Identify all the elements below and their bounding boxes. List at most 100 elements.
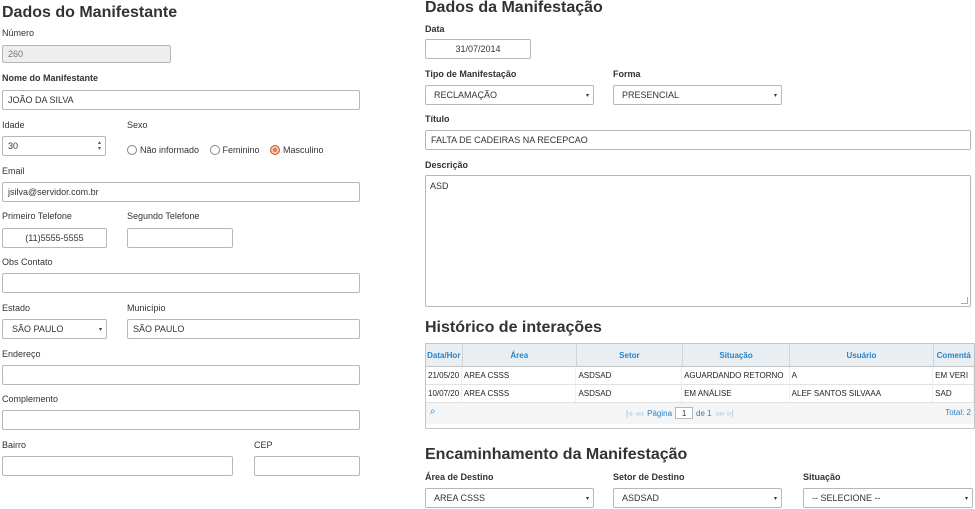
titulo-value: FALTA DE CADEIRAS NA RECEPCAO: [431, 135, 588, 145]
cep-field[interactable]: [254, 456, 360, 476]
search-icon[interactable]: ⌕: [430, 406, 436, 417]
forma-value: PRESENCIAL: [622, 90, 680, 100]
bairro-label: Bairro: [2, 440, 27, 450]
municipio-field[interactable]: SÃO PAULO: [127, 319, 360, 339]
grid-cell: AREA CSSS: [462, 367, 577, 384]
situacao-select[interactable]: -- SELECIONE -- ▾: [803, 488, 973, 508]
pager-prev-button[interactable]: ◃◃: [635, 409, 643, 418]
grid-pager: |◃ ◃◃ Página 1 de 1 ▹▹ ▹|: [626, 407, 734, 419]
tipo-select[interactable]: RECLAMAÇÃO ▾: [425, 85, 594, 105]
encaminhamento-title: Encaminhamento da Manifestação: [425, 446, 688, 463]
manifestacao-title: Dados da Manifestação: [425, 0, 603, 16]
pager-next-button[interactable]: ▹▹: [717, 409, 725, 418]
sexo-radio-nao-informado[interactable]: [127, 144, 137, 155]
email-value: jsilva@servidor.com.br: [8, 187, 99, 197]
tel1-field[interactable]: (11)5555-5555: [2, 228, 107, 248]
complemento-field[interactable]: [2, 410, 360, 430]
pager-last-button[interactable]: ▹|: [728, 409, 734, 418]
sexo-radio-feminino[interactable]: [209, 144, 220, 155]
descricao-textarea[interactable]: ASD: [425, 175, 971, 307]
email-field[interactable]: jsilva@servidor.com.br: [2, 182, 360, 202]
sexo-option-label: Não informado: [140, 144, 200, 155]
grid-col-setor[interactable]: Setor: [577, 344, 683, 366]
numero-field: 260: [2, 45, 171, 63]
grid-cell: ALEF SANTOS SILVAAA: [790, 385, 934, 402]
spin-down-icon[interactable]: ▾: [98, 146, 101, 152]
area-destino-label: Área de Destino: [425, 472, 494, 482]
estado-label: Estado: [2, 303, 31, 313]
tel2-field[interactable]: [127, 228, 233, 248]
tel1-label: Primeiro Telefone: [2, 211, 72, 221]
descricao-label: Descrição: [425, 160, 469, 170]
bairro-field[interactable]: [2, 456, 233, 476]
sexo-option-label: Feminino: [222, 144, 260, 155]
pager-page-label: Página: [647, 408, 673, 418]
resize-handle-icon[interactable]: [961, 297, 968, 304]
titulo-label: Título: [425, 114, 450, 124]
table-row[interactable]: 10/07/20 AREA CSSS ASDSAD EM ANÁLISE ALE…: [426, 385, 974, 403]
data-value: 31/07/2014: [455, 44, 501, 54]
municipio-value: SÃO PAULO: [133, 324, 185, 334]
situacao-label: Situação: [803, 472, 841, 482]
grid-col-datahora[interactable]: Data/Hor: [426, 344, 463, 366]
endereco-label: Endereço: [2, 349, 41, 359]
sexo-radio-masculino[interactable]: [269, 144, 280, 155]
idade-stepper[interactable]: 30 ▴ ▾: [2, 136, 106, 156]
grid-total: Total: 2: [945, 408, 971, 417]
grid-col-comentario[interactable]: Comentá: [934, 344, 974, 366]
grid-cell: 10/07/20: [426, 385, 462, 402]
spinner-icon[interactable]: ▴ ▾: [98, 140, 101, 152]
descricao-value: ASD: [430, 181, 449, 191]
idade-value: 30: [8, 141, 19, 151]
grid-col-situacao[interactable]: Situação: [683, 344, 791, 366]
email-label: Email: [2, 166, 25, 176]
pager-of-label: de 1: [696, 408, 712, 418]
manifestante-title: Dados do Manifestante: [2, 4, 178, 21]
tipo-label: Tipo de Manifestação: [425, 69, 517, 79]
grid-cell: ASDSAD: [576, 385, 683, 402]
forma-label: Forma: [613, 69, 641, 79]
grid-cell: AREA CSSS: [462, 385, 577, 402]
endereco-field[interactable]: [2, 365, 360, 385]
chevron-down-icon: ▾: [964, 495, 968, 502]
nome-field[interactable]: JOÃO DA SILVA: [2, 90, 360, 110]
sexo-option-label: Masculino: [282, 144, 324, 155]
area-destino-select[interactable]: AREA CSSS ▾: [425, 488, 594, 508]
numero-value: 260: [8, 49, 24, 59]
setor-destino-select[interactable]: ASDSAD ▾: [613, 488, 782, 508]
grid-header-row: Data/Hor Área Setor Situação Usuário Com…: [426, 344, 974, 367]
setor-destino-label: Setor de Destino: [613, 472, 685, 482]
estado-select[interactable]: SÃO PAULO ▾: [2, 319, 107, 339]
chevron-down-icon: ▾: [585, 495, 589, 502]
chevron-down-icon: ▾: [773, 92, 777, 99]
grid-cell: 21/05/20: [426, 367, 462, 384]
obs-field[interactable]: [2, 273, 360, 293]
obs-label: Obs Contato: [2, 257, 53, 267]
historico-grid: Data/Hor Área Setor Situação Usuário Com…: [425, 343, 975, 429]
tipo-value: RECLAMAÇÃO: [434, 90, 498, 100]
data-label: Data: [425, 24, 445, 34]
historico-title: Histórico de interações: [425, 319, 602, 336]
grid-cell: AGUARDANDO RETORNO: [682, 367, 790, 384]
data-field[interactable]: 31/07/2014: [425, 39, 531, 59]
pager-first-button[interactable]: |◃: [626, 409, 632, 418]
sexo-radio-group: Não informado Feminino Masculino: [127, 141, 330, 159]
forma-select[interactable]: PRESENCIAL ▾: [613, 85, 782, 105]
chevron-down-icon: ▾: [98, 326, 102, 333]
chevron-down-icon: ▾: [773, 495, 777, 502]
grid-footer: ⌕ |◃ ◃◃ Página 1 de 1 ▹▹ ▹| Total: 2: [426, 403, 974, 424]
setor-destino-value: ASDSAD: [622, 493, 660, 503]
estado-value: SÃO PAULO: [12, 324, 64, 334]
grid-cell: SAD: [933, 385, 974, 402]
table-row[interactable]: 21/05/20 AREA CSSS ASDSAD AGUARDANDO RET…: [426, 367, 974, 385]
sexo-label: Sexo: [127, 120, 148, 130]
chevron-down-icon: ▾: [585, 92, 589, 99]
tel1-value: (11)5555-5555: [25, 233, 84, 243]
area-destino-value: AREA CSSS: [434, 493, 486, 503]
grid-cell: A: [790, 367, 934, 384]
titulo-field[interactable]: FALTA DE CADEIRAS NA RECEPCAO: [425, 130, 971, 150]
grid-col-area[interactable]: Área: [463, 344, 578, 366]
grid-col-usuario[interactable]: Usuário: [790, 344, 934, 366]
grid-cell: ASDSAD: [576, 367, 683, 384]
pager-page-input[interactable]: 1: [675, 407, 694, 419]
